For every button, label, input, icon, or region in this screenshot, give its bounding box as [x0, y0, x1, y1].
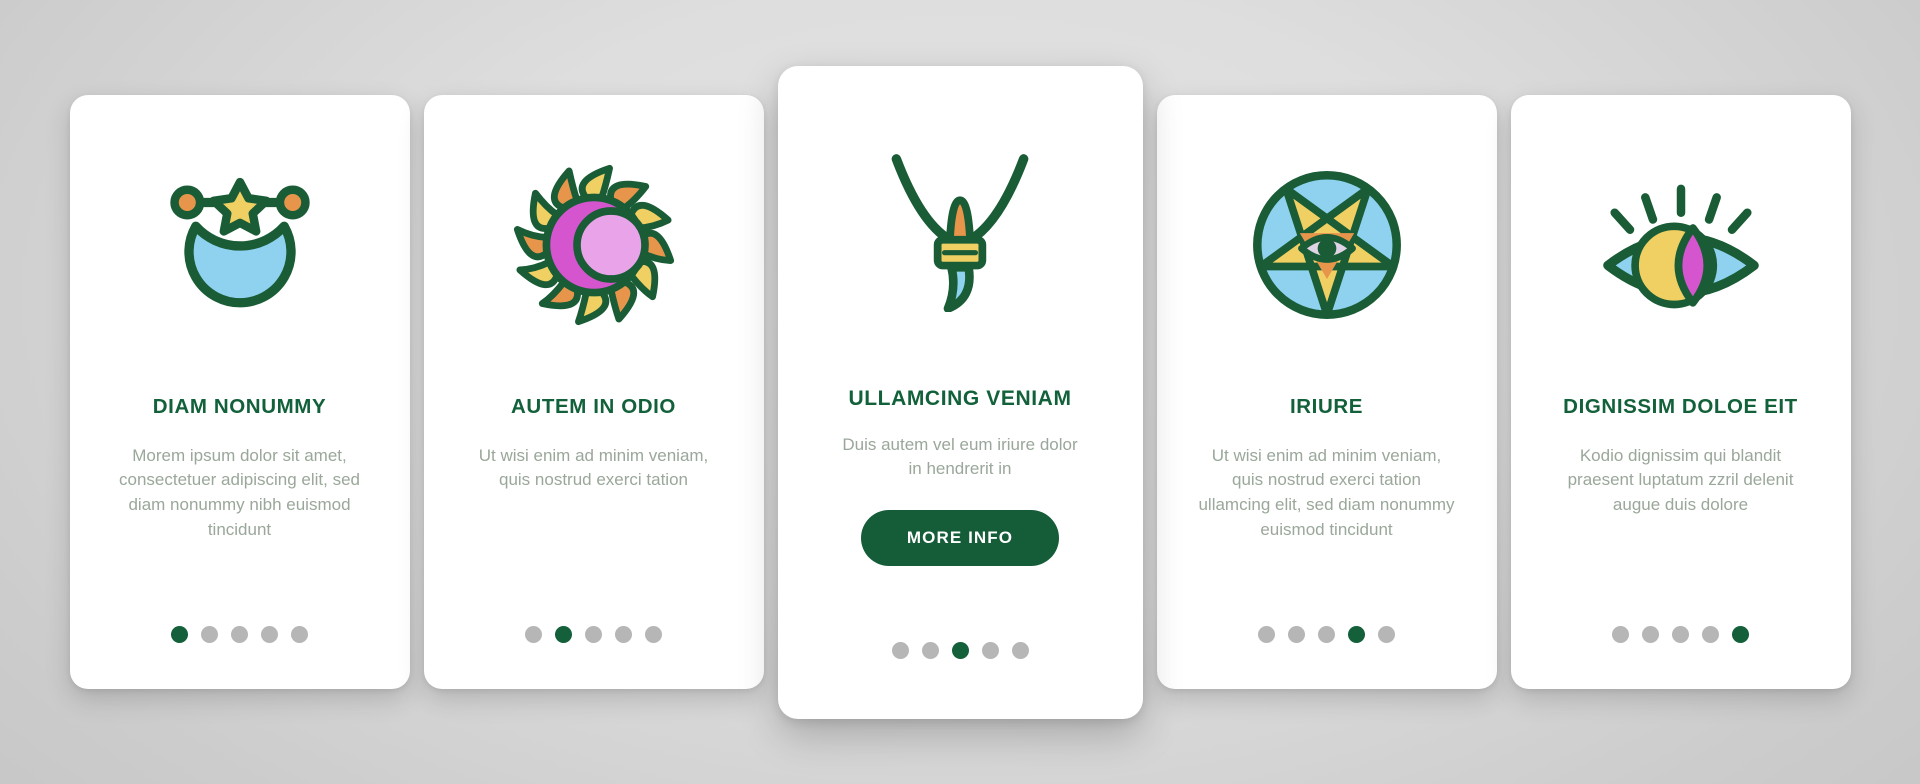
pagination-dot-3-active[interactable]	[951, 641, 969, 659]
pagination-dot-4[interactable]	[981, 641, 999, 659]
crescent-moon-star-icon	[96, 95, 384, 395]
pagination-dot-4[interactable]	[1702, 626, 1719, 643]
card-title: DIAM NONUMMY	[152, 395, 327, 418]
pagination-dot-2[interactable]	[921, 641, 939, 659]
pentagram-eye-icon	[1183, 95, 1471, 395]
pagination-dot-4-active[interactable]	[1348, 626, 1365, 643]
onboarding-card-3[interactable]: ULLAMCING VENIAM Duis autem vel eum iriur…	[777, 65, 1143, 719]
pagination-dot-5-active[interactable]	[1732, 626, 1749, 643]
pagination-dots	[778, 641, 1143, 659]
pagination-dot-1-active[interactable]	[171, 626, 188, 643]
pagination-dot-3[interactable]	[1318, 626, 1335, 643]
solar-eclipse-sun-icon	[450, 95, 738, 395]
mystic-eye-icon	[1537, 95, 1825, 395]
pagination-dot-4[interactable]	[615, 626, 632, 643]
card-body-text: Kodio dignissim qui blandit praesent lup…	[1567, 445, 1794, 514]
pagination-dot-3[interactable]	[585, 626, 602, 643]
onboarding-card-2[interactable]: AUTEM IN ODIO Ut wisi enim ad minim venia…	[423, 95, 764, 689]
pagination-dot-2[interactable]	[1642, 626, 1659, 643]
card-body-text: Ut wisi enim ad minim veniam, quis nostr…	[1198, 445, 1455, 539]
card-title: ULLAMCING VENIAM	[848, 386, 1072, 410]
pagination-dot-1[interactable]	[525, 626, 542, 643]
card-deck: DIAM NONUMMY Morem ipsum dolor sit amet, …	[0, 0, 1920, 784]
onboarding-screens-illustration: DIAM NONUMMY Morem ipsum dolor sit amet, …	[0, 0, 1920, 784]
pagination-dot-1[interactable]	[891, 641, 909, 659]
onboarding-card-5[interactable]: DIGNISSIM DOLOE EIT Kodio dignissim qui b…	[1510, 95, 1851, 689]
card-title: DIGNISSIM DOLOE EIT	[1563, 395, 1798, 418]
pagination-dots	[1157, 626, 1497, 643]
pagination-dot-5[interactable]	[645, 626, 662, 643]
pagination-dot-1[interactable]	[1258, 626, 1275, 643]
card-title: IRIURE	[1289, 395, 1364, 418]
pagination-dot-5[interactable]	[291, 626, 308, 643]
pagination-dot-3[interactable]	[231, 626, 248, 643]
pagination-dot-5[interactable]	[1011, 641, 1029, 659]
card-body-text: Morem ipsum dolor sit amet, consectetuer…	[119, 445, 360, 539]
pagination-dot-5[interactable]	[1378, 626, 1395, 643]
pagination-dots	[70, 626, 410, 643]
pagination-dot-2[interactable]	[201, 626, 218, 643]
card-body-text: Ut wisi enim ad minim veniam, quis nostr…	[478, 445, 709, 490]
pagination-dot-1[interactable]	[1612, 626, 1629, 643]
pagination-dots	[424, 626, 764, 643]
pagination-dot-4[interactable]	[261, 626, 278, 643]
card-body-text: Duis autem vel eum iriure dolor in hendr…	[842, 434, 1078, 479]
card-title: AUTEM IN ODIO	[511, 395, 676, 418]
pagination-dot-2[interactable]	[1288, 626, 1305, 643]
pagination-dot-2-active[interactable]	[555, 626, 572, 643]
onboarding-card-4[interactable]: IRIURE Ut wisi enim ad minim veniam, quis…	[1156, 95, 1497, 689]
more-info-button[interactable]: MORE INFO	[860, 509, 1060, 566]
pagination-dot-3[interactable]	[1672, 626, 1689, 643]
onboarding-card-1[interactable]: DIAM NONUMMY Morem ipsum dolor sit amet, …	[69, 95, 410, 689]
pagination-dots	[1511, 626, 1851, 643]
amulet-necklace-icon	[808, 66, 1113, 386]
